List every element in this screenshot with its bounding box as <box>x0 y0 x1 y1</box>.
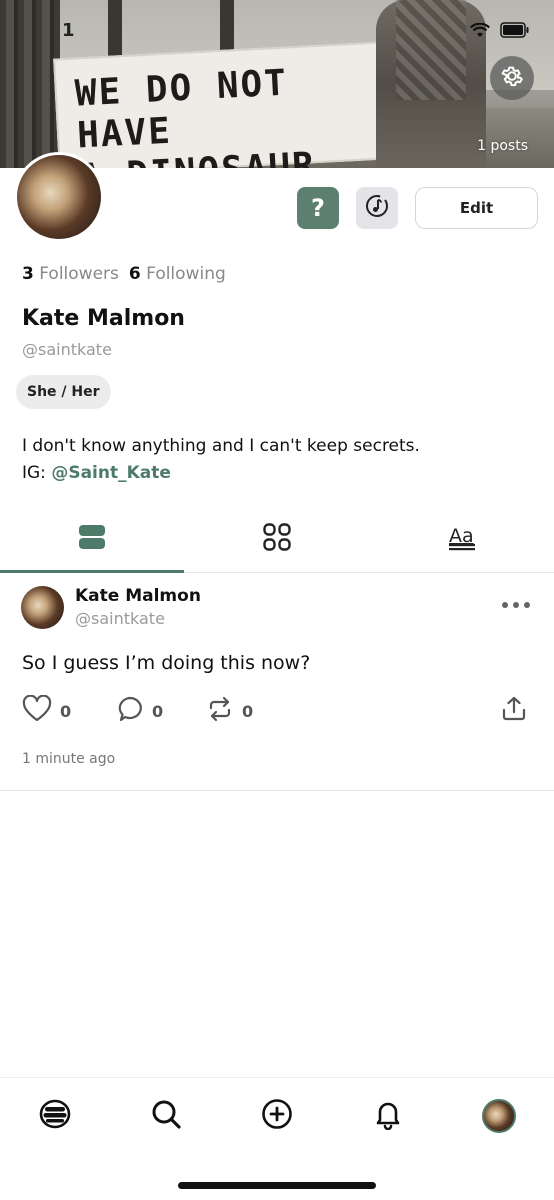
post-timestamp: 1 minute ago <box>22 751 116 767</box>
follow-counts: 3 Followers 6 Following <box>22 264 226 284</box>
music-note-icon <box>364 193 390 223</box>
share-button[interactable] <box>500 695 528 727</box>
repost-icon <box>206 695 234 727</box>
following-link[interactable]: 6 Following <box>129 264 226 284</box>
post-card[interactable]: Kate Malmon @saintkate So I guess I’m do… <box>0 573 554 791</box>
profile-avatar-small <box>482 1099 516 1133</box>
heart-icon <box>22 694 52 727</box>
post-actions: 0 0 0 <box>22 694 532 727</box>
status-icons <box>470 22 530 38</box>
sign-line-1: WE DO NOT HAVE <box>73 62 289 157</box>
text-format-icon: Aa <box>448 523 476 555</box>
settings-button[interactable] <box>490 56 534 100</box>
nav-home[interactable] <box>35 1096 75 1136</box>
post-author-name[interactable]: Kate Malmon <box>75 586 201 606</box>
more-options-button[interactable] <box>498 595 534 615</box>
profile-handle: @saintkate <box>22 340 112 359</box>
wifi-icon <box>470 22 490 38</box>
tab-grid[interactable] <box>185 505 369 572</box>
gear-icon <box>499 63 525 93</box>
post-text: So I guess I’m doing this now? <box>22 652 311 674</box>
nav-notifications[interactable] <box>368 1096 408 1136</box>
svg-text:Aa: Aa <box>449 525 474 547</box>
pronouns-badge: She / Her <box>16 375 111 409</box>
repost-button[interactable]: 0 <box>206 695 253 727</box>
more-dot <box>524 602 530 608</box>
profile-tabs: Aa <box>0 505 554 573</box>
profile-name: Kate Malmon <box>22 306 185 331</box>
nav-create[interactable] <box>257 1096 297 1136</box>
header-sign: WE DO NOT HAVE A DINOSAUR <box>53 41 389 168</box>
followers-link[interactable]: 3 Followers <box>22 264 119 284</box>
music-button[interactable] <box>356 187 398 229</box>
tab-posts-list[interactable] <box>0 505 184 573</box>
comment-icon <box>116 695 144 727</box>
add-icon <box>261 1098 293 1134</box>
question-button[interactable]: ? <box>297 187 339 229</box>
status-time: 1 <box>62 20 75 41</box>
profile-header-image: WE DO NOT HAVE A DINOSAUR 1 1 posts <box>0 0 554 168</box>
post-author-avatar[interactable] <box>21 586 64 629</box>
following-count: 6 <box>128 264 141 284</box>
comment-button[interactable]: 0 <box>116 695 163 727</box>
profile-bio: I don't know anything and I can't keep s… <box>22 433 420 487</box>
edit-profile-button[interactable]: Edit <box>415 187 538 229</box>
profile-avatar[interactable] <box>14 152 104 242</box>
home-indicator <box>178 1182 376 1189</box>
nav-profile[interactable] <box>479 1096 519 1136</box>
bio-ig-prefix: IG: <box>22 463 52 483</box>
following-label: Following <box>146 264 226 284</box>
posts-count: 1 posts <box>477 138 528 154</box>
like-count: 0 <box>60 701 72 721</box>
header-barn <box>0 0 60 168</box>
share-icon <box>500 695 528 727</box>
bio-line: I don't know anything and I can't keep s… <box>22 436 420 456</box>
post-author-handle: @saintkate <box>75 609 165 628</box>
comment-count: 0 <box>152 701 164 721</box>
more-dot <box>513 602 519 608</box>
bio-ig-line: IG: @Saint_Kate <box>22 460 420 487</box>
search-icon <box>150 1098 182 1134</box>
followers-label: Followers <box>39 264 119 284</box>
bell-icon <box>372 1098 404 1134</box>
tab-text[interactable]: Aa <box>370 505 554 572</box>
repost-count: 0 <box>242 701 254 721</box>
nav-search[interactable] <box>146 1096 186 1136</box>
followers-count: 3 <box>22 264 34 284</box>
list-icon <box>78 523 106 555</box>
battery-icon <box>500 22 530 38</box>
grid-icon <box>263 522 291 555</box>
more-dot <box>502 602 508 608</box>
home-icon <box>39 1098 71 1134</box>
like-button[interactable]: 0 <box>22 694 72 727</box>
bio-ig-link[interactable]: @Saint_Kate <box>51 463 171 483</box>
